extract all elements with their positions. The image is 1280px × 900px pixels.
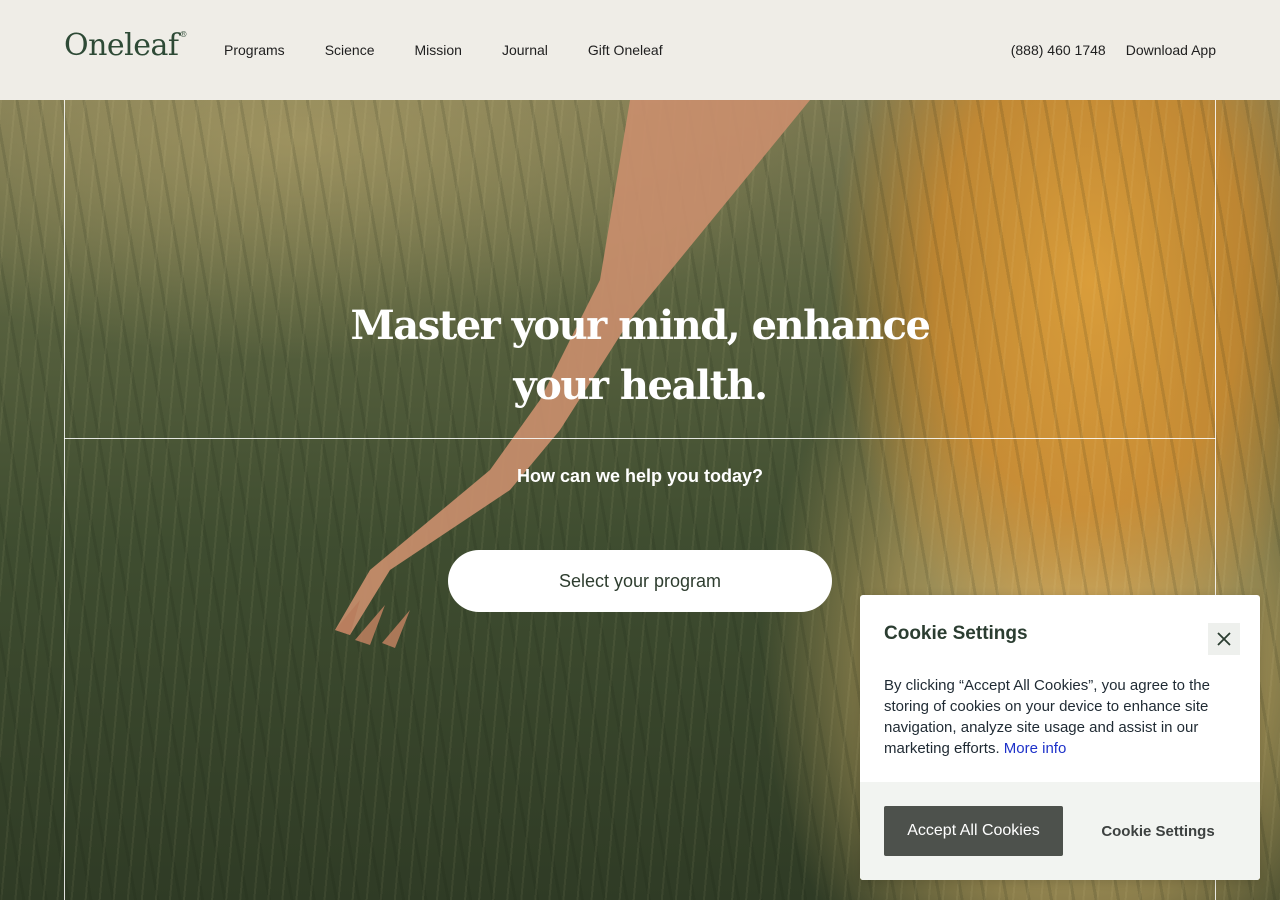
nav-journal[interactable]: Journal bbox=[502, 42, 548, 58]
download-app-link[interactable]: Download App bbox=[1126, 42, 1216, 58]
select-program-button[interactable]: Select your program bbox=[448, 550, 832, 612]
frame-line-left bbox=[64, 100, 65, 900]
cookie-modal-body: By clicking “Accept All Cookies”, you ag… bbox=[884, 675, 1244, 759]
nav-programs[interactable]: Programs bbox=[224, 42, 285, 58]
main-nav: Programs Science Mission Journal Gift On… bbox=[224, 42, 663, 58]
hero-subheading: How can we help you today? bbox=[516, 466, 764, 486]
cookie-more-info-link[interactable]: More info bbox=[1004, 740, 1067, 757]
header-right-nav: (888) 460 1748 Download App bbox=[1011, 42, 1216, 58]
close-icon bbox=[1217, 632, 1231, 646]
cookie-settings-modal: Cookie Settings By clicking “Accept All … bbox=[860, 595, 1260, 880]
cookie-modal-footer: Accept All Cookies Cookie Settings bbox=[860, 782, 1260, 880]
logo-registered-mark: ® bbox=[179, 30, 188, 39]
logo-text: Oneleaf bbox=[64, 28, 179, 63]
nav-mission[interactable]: Mission bbox=[415, 42, 462, 58]
cookie-close-button[interactable] bbox=[1208, 623, 1240, 655]
nav-science[interactable]: Science bbox=[325, 42, 375, 58]
hero-headline: Master your mind, enhance your health. bbox=[340, 296, 940, 416]
hero-headline-line-2: your health. bbox=[513, 362, 768, 409]
accept-all-cookies-button[interactable]: Accept All Cookies bbox=[884, 806, 1063, 856]
cookie-settings-button[interactable]: Cookie Settings bbox=[1080, 806, 1236, 856]
frame-line-horizontal bbox=[64, 438, 1216, 439]
cookie-modal-title: Cookie Settings bbox=[884, 623, 1028, 644]
nav-gift-oneleaf[interactable]: Gift Oneleaf bbox=[588, 42, 663, 58]
hero-headline-line-1: Master your mind, enhance bbox=[350, 302, 931, 349]
oneleaf-logo[interactable]: Oneleaf® bbox=[64, 28, 187, 63]
site-header: Oneleaf® Programs Science Mission Journa… bbox=[0, 0, 1280, 100]
phone-link[interactable]: (888) 460 1748 bbox=[1011, 42, 1106, 58]
